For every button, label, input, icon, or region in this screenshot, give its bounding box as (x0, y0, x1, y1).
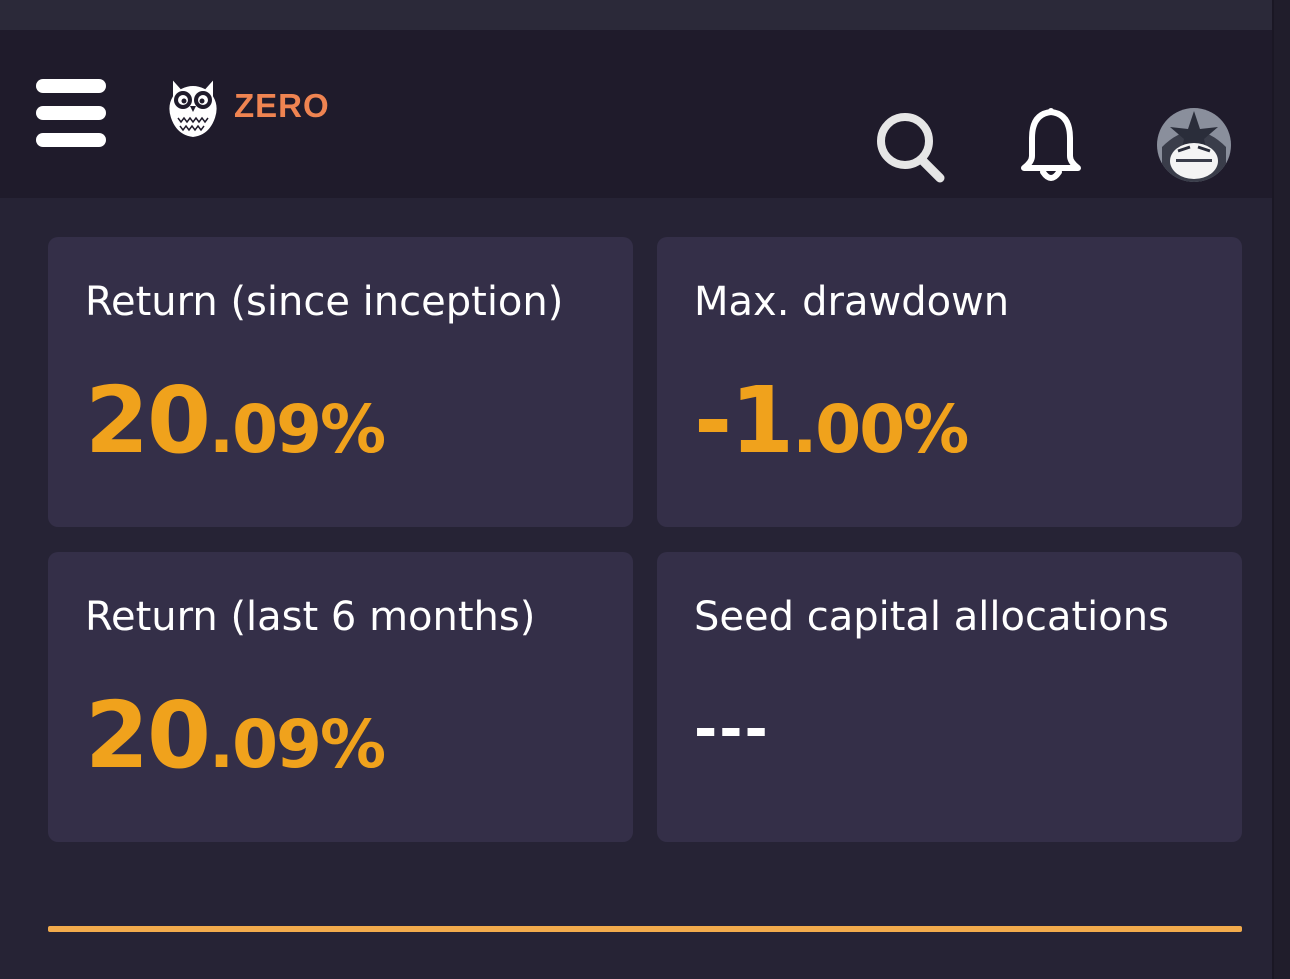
stat-card-value: --- (694, 697, 770, 762)
section-divider (48, 926, 1242, 932)
stat-value-integer: 20 (85, 682, 211, 789)
scrollbar[interactable] (1272, 0, 1290, 979)
hamburger-menu-button[interactable] (34, 77, 110, 153)
stat-value-decimal: .00% (792, 391, 969, 468)
search-button[interactable] (874, 108, 946, 190)
stat-card-return-since-inception: Return (since inception) 20.09% (48, 237, 633, 527)
bell-icon (1021, 108, 1081, 181)
avatar-icon (1157, 108, 1231, 182)
stat-card-title: Max. drawdown (694, 279, 1010, 325)
search-icon (877, 113, 945, 183)
stat-card-seed-capital-allocations: Seed capital allocations --- (657, 552, 1242, 842)
brand-logo[interactable]: ZERO (164, 71, 334, 141)
stat-card-value: 20.09% (85, 690, 386, 783)
stat-card-return-last-6-months: Return (last 6 months) 20.09% (48, 552, 633, 842)
stat-value-decimal: .09% (209, 706, 386, 783)
menu-bar (36, 79, 106, 93)
stat-value-integer: -1 (694, 367, 794, 474)
brand-name: ZERO (234, 87, 330, 124)
stat-card-value: 20.09% (85, 375, 386, 468)
notifications-button[interactable] (1016, 106, 1086, 186)
stat-value-integer: 20 (85, 367, 211, 474)
stat-card-title: Seed capital allocations (694, 594, 1169, 640)
stat-card-title: Return (since inception) (85, 279, 564, 325)
stat-value-decimal: .09% (209, 391, 386, 468)
stat-card-max-drawdown: Max. drawdown -1.00% (657, 237, 1242, 527)
menu-bar (36, 133, 106, 147)
menu-bar (36, 106, 106, 120)
stat-card-value: -1.00% (694, 375, 969, 468)
app-header: ZERO (0, 30, 1272, 198)
owl-icon (167, 75, 219, 140)
user-avatar[interactable] (1156, 107, 1232, 183)
stat-card-title: Return (last 6 months) (85, 594, 536, 640)
top-strip (0, 0, 1272, 30)
